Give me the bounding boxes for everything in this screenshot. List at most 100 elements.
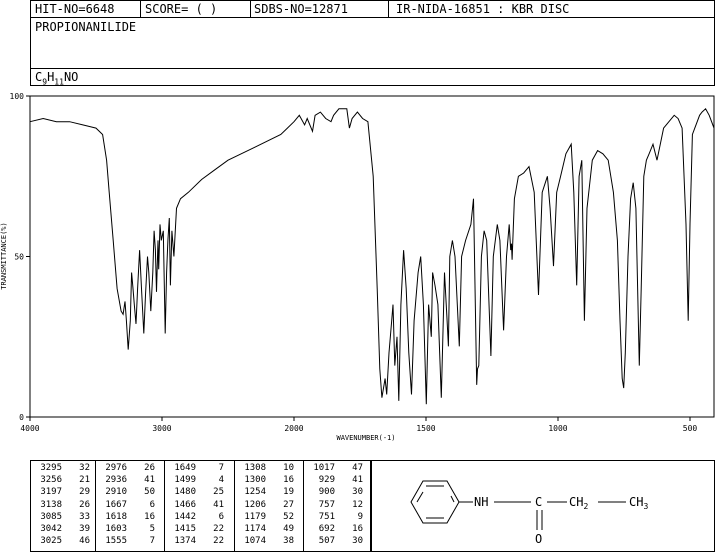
ch3-subscript: 3 (643, 502, 648, 511)
peak-table-divider-1 (95, 460, 96, 552)
peak-transmittance: 19 (283, 487, 294, 498)
peak-wavenumber: 3256 (40, 475, 62, 486)
x-tick-label: 1500 (416, 424, 435, 433)
peak-wavenumber: 1415 (174, 524, 196, 534)
peak-transmittance: 41 (144, 475, 155, 486)
peak-wavenumber: 1308 (244, 463, 266, 473)
x-axis-label: WAVENUMBER(-1) (336, 434, 395, 442)
peak-transmittance: 12 (352, 499, 363, 510)
peak-transmittance: 39 (79, 524, 90, 534)
peak-wavenumber: 1618 (105, 511, 127, 522)
peak-wavenumber: 507 (318, 536, 335, 547)
peak-wavenumber: 1649 (174, 463, 196, 473)
peak-transmittance: 4 (218, 475, 224, 486)
carbonyl-c-label: C (535, 495, 542, 509)
peak-transmittance: 52 (283, 511, 294, 522)
peak-transmittance: 5 (149, 524, 155, 534)
plot-frame (29, 95, 715, 418)
x-tick-label: 3000 (152, 424, 171, 433)
y-tick-label: 50 (14, 253, 24, 262)
peak-wavenumber: 1442 (174, 511, 196, 522)
peak-wavenumber: 1017 (313, 463, 335, 473)
peak-transmittance: 30 (352, 536, 363, 547)
peak-transmittance: 50 (144, 487, 155, 498)
y-axis-ticks: 100 50 0 (10, 92, 30, 422)
peak-transmittance: 7 (218, 463, 224, 473)
y-tick-label: 0 (19, 413, 24, 422)
ch3-text: CH (629, 495, 643, 509)
peak-transmittance: 49 (283, 524, 294, 534)
peak-wavenumber: 1074 (244, 536, 266, 547)
peak-transmittance: 6 (149, 499, 155, 510)
ch2-text: CH (569, 495, 583, 509)
peak-transmittance: 27 (283, 499, 294, 510)
peak-wavenumber: 3197 (40, 487, 62, 498)
x-tick-label: 2000 (284, 424, 303, 433)
peak-wavenumber: 3042 (40, 524, 62, 534)
x-tick-label: 4000 (20, 424, 39, 433)
peak-wavenumber: 1179 (244, 511, 266, 522)
peak-transmittance: 46 (79, 536, 90, 547)
peak-transmittance: 26 (79, 499, 90, 510)
peak-transmittance: 30 (352, 487, 363, 498)
peak-wavenumber: 3295 (40, 463, 62, 473)
peak-wavenumber: 751 (318, 511, 335, 522)
peak-transmittance: 7 (149, 536, 155, 547)
peak-wavenumber: 900 (318, 487, 335, 498)
peak-transmittance: 16 (283, 475, 294, 486)
benzene-ring (410, 480, 460, 524)
peak-wavenumber: 1174 (244, 524, 266, 534)
oxygen-label: O (535, 532, 542, 546)
peak-wavenumber: 1555 (105, 536, 127, 547)
peak-transmittance: 25 (213, 487, 224, 498)
peak-transmittance: 21 (79, 475, 90, 486)
ch2-subscript: 2 (583, 502, 588, 511)
peak-wavenumber: 1254 (244, 487, 266, 498)
peak-transmittance: 6 (218, 511, 224, 522)
peak-transmittance: 32 (79, 463, 90, 473)
peak-wavenumber: 2976 (105, 463, 127, 473)
ch2-label: CH2 (569, 495, 588, 511)
x-tick-label: 1000 (548, 424, 567, 433)
spectrum-line (29, 108, 715, 405)
peak-wavenumber: 929 (318, 475, 335, 486)
peak-transmittance: 33 (79, 511, 90, 522)
peak-wavenumber: 1499 (174, 475, 196, 486)
ch3-label: CH3 (629, 495, 648, 511)
peak-wavenumber: 3025 (40, 536, 62, 547)
peak-wavenumber: 1374 (174, 536, 196, 547)
peak-transmittance: 26 (144, 463, 155, 473)
peak-wavenumber: 2936 (105, 475, 127, 486)
peak-transmittance: 41 (213, 499, 224, 510)
peak-wavenumber: 1480 (174, 487, 196, 498)
nh-label: NH (474, 495, 488, 509)
peak-wavenumber: 757 (318, 499, 335, 510)
structure-diagram: NH C O CH2 CH3 (410, 480, 648, 546)
peak-table-divider-2 (164, 460, 165, 552)
peak-transmittance: 29 (79, 487, 90, 498)
peak-table-divider-3 (234, 460, 235, 552)
peak-transmittance: 41 (352, 475, 363, 486)
peak-wavenumber: 2910 (105, 487, 127, 498)
peak-wavenumber: 1206 (244, 499, 266, 510)
peak-transmittance: 38 (283, 536, 294, 547)
peak-transmittance: 47 (352, 463, 363, 473)
ir-spectrum-chart: 4000 3000 2000 1500 1000 500 100500 WAVENUMBE… (0, 92, 715, 442)
peak-transmittance: 16 (352, 524, 363, 534)
peak-wavenumber: 1466 (174, 499, 196, 510)
y-axis-label: TRANSMITTANCE(%) (0, 222, 8, 289)
peak-wavenumber: 692 (318, 524, 335, 534)
peak-table-divider-4 (303, 460, 304, 552)
peak-transmittance: 10 (283, 463, 294, 473)
peak-wavenumber: 1300 (244, 475, 266, 486)
peak-transmittance: 16 (144, 511, 155, 522)
peak-wavenumber: 3138 (40, 499, 62, 510)
peak-wavenumber: 3085 (40, 511, 62, 522)
peak-transmittance: 22 (213, 536, 224, 547)
y-tick-label: 100 (10, 92, 25, 101)
peak-wavenumber: 1667 (105, 499, 127, 510)
peak-transmittance: 22 (213, 524, 224, 534)
x-tick-label: 500 (683, 424, 698, 433)
peak-wavenumber: 1603 (105, 524, 127, 534)
x-axis-ticks: 4000 3000 2000 1500 1000 500 (20, 417, 697, 433)
